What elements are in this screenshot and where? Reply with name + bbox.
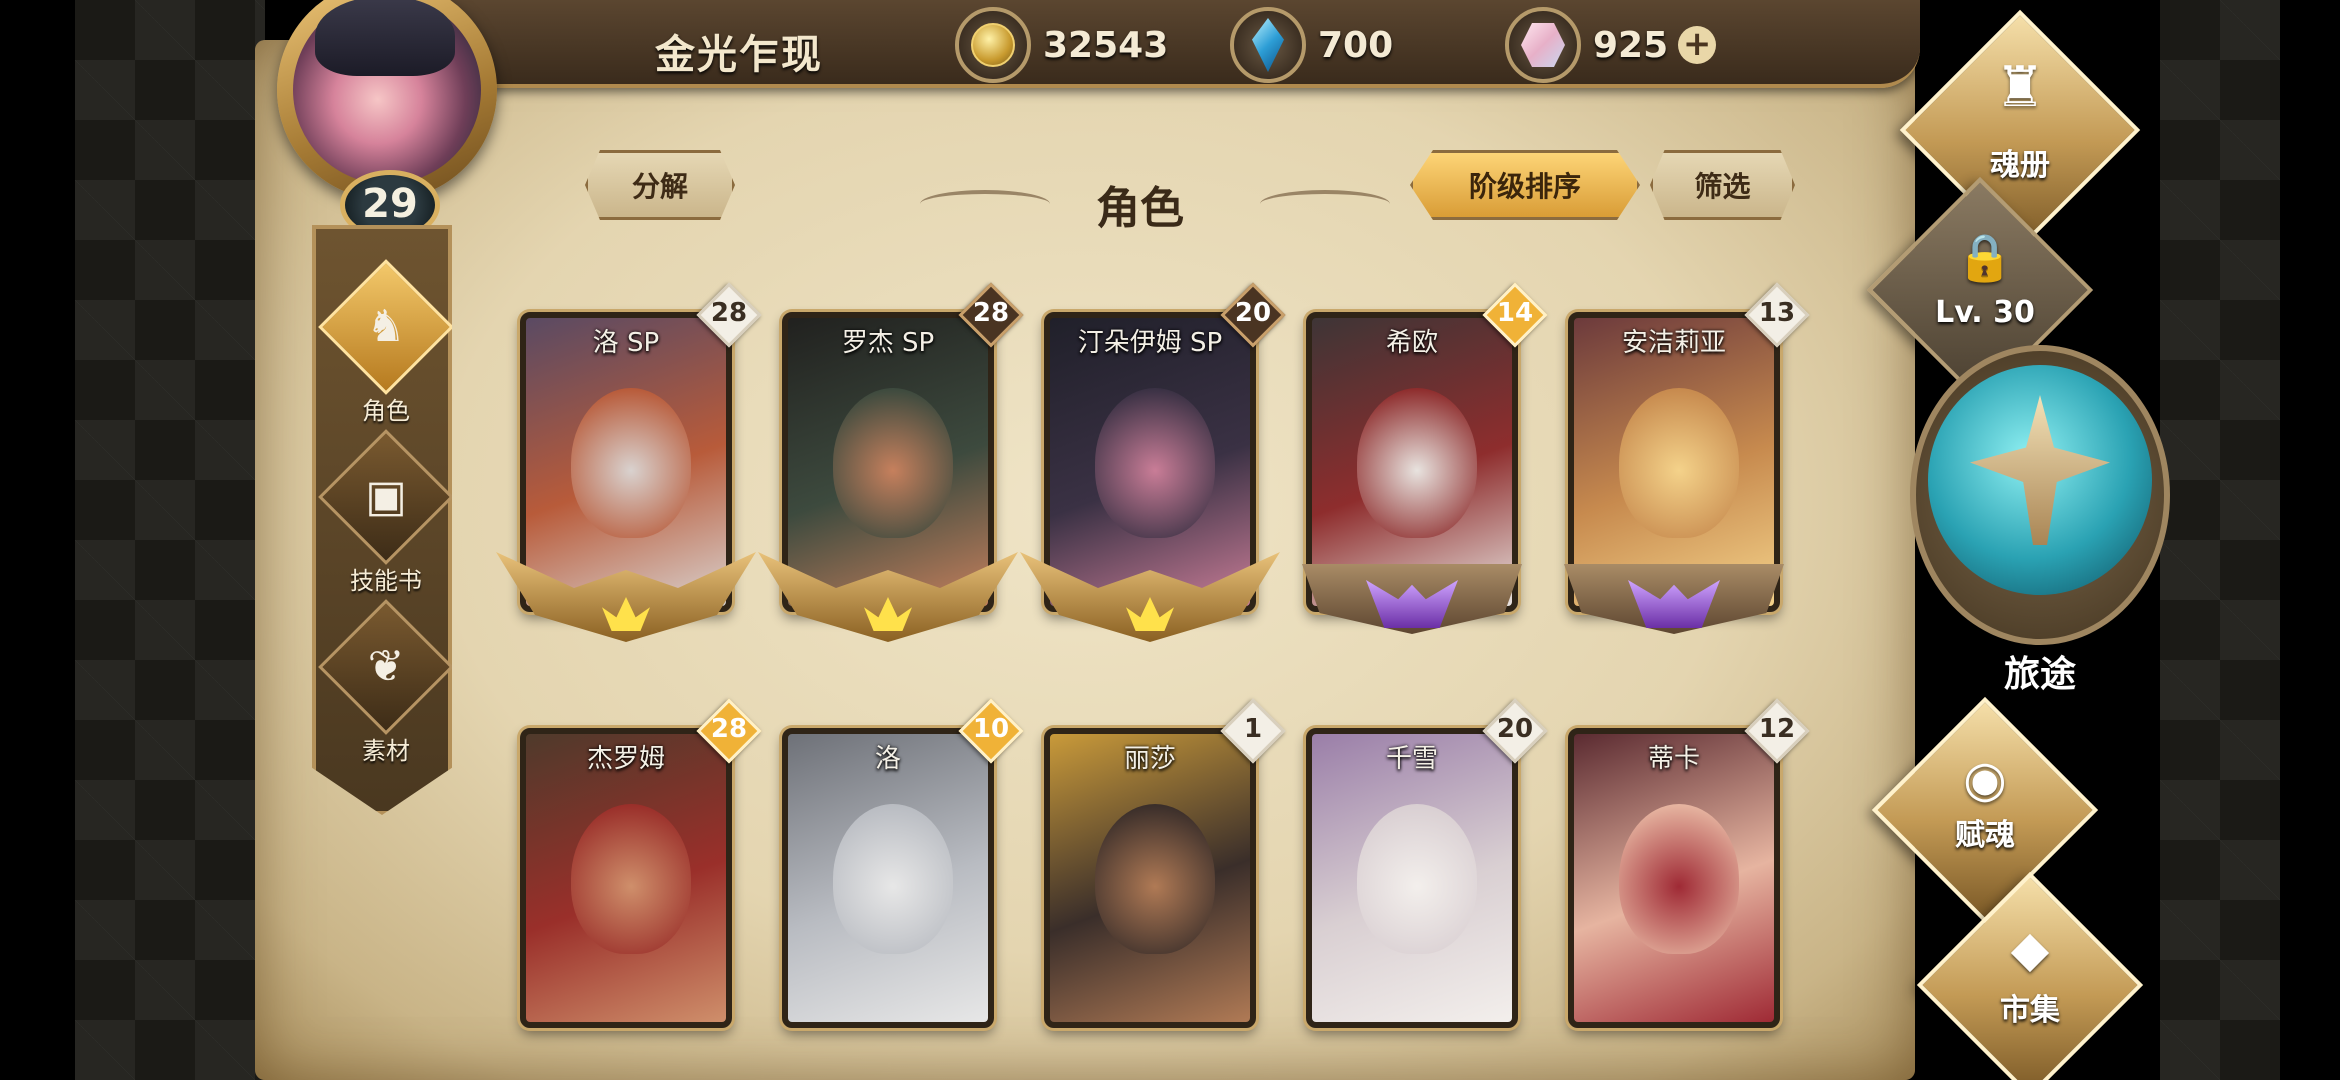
character-card[interactable]: 希欧 14	[1302, 282, 1548, 652]
nav-characters-label: 角色	[362, 397, 410, 425]
character-level: 13	[1758, 298, 1796, 328]
player-title: 金光乍现	[655, 32, 823, 78]
character-level-badge: 28	[696, 698, 762, 764]
left-category-nav: ♞ 角色 ▣ 技能书 ❦ 素材	[312, 225, 452, 815]
gold-amount: 32543	[1043, 24, 1169, 66]
nav-materials[interactable]: ❦ 素材	[316, 599, 452, 789]
character-level: 28	[972, 298, 1010, 328]
gold-currency: 32543	[955, 7, 1169, 83]
character-level: 12	[1758, 714, 1796, 744]
blue-crystal-icon	[1230, 7, 1306, 83]
character-portrait	[1619, 804, 1739, 954]
game-screen: 金光乍现 32543 700 925 + 29 ♞ 角色 ▣ 技能书 ❦ 素材 …	[0, 0, 2340, 1080]
nav-skill-books[interactable]: ▣ 技能书	[316, 429, 452, 619]
swirl-icon: ◉	[1963, 750, 2007, 808]
gem-currency: 925 +	[1505, 7, 1717, 83]
character-level-badge: 28	[958, 282, 1024, 348]
locked-level-label: Lv. 30	[1935, 295, 2035, 330]
character-card[interactable]: 杰罗姆 28	[520, 698, 762, 1068]
rainbow-gem-icon	[1505, 7, 1581, 83]
character-level: 20	[1496, 714, 1534, 744]
soul-book-label: 魂册	[1990, 148, 2050, 183]
character-portrait	[833, 388, 953, 538]
character-card[interactable]: 安洁莉亚 13	[1564, 282, 1810, 652]
character-level-badge: 1	[1220, 698, 1286, 764]
character-level-badge: 14	[1482, 282, 1548, 348]
nav-materials-label: 素材	[362, 737, 410, 765]
character-level: 10	[972, 714, 1010, 744]
character-portrait	[1619, 388, 1739, 538]
journey-label: 旅途	[2003, 654, 2076, 695]
character-card[interactable]: 蒂卡 12	[1568, 698, 1810, 1068]
gold-coin-icon	[955, 7, 1031, 83]
character-level-badge: 13	[1744, 282, 1810, 348]
character-level-badge: 20	[1220, 282, 1286, 348]
add-gems-button[interactable]: +	[1678, 26, 1717, 64]
crystal-currency: 700	[1230, 7, 1394, 83]
character-card[interactable]: 罗杰 SP 28	[758, 282, 1024, 652]
character-card[interactable]: 丽莎 1	[1044, 698, 1286, 1068]
character-card[interactable]: 洛 10	[782, 698, 1024, 1068]
character-portrait	[833, 804, 953, 954]
nav-skill-books-label: 技能书	[350, 567, 422, 595]
gem-amount: 925	[1593, 24, 1669, 66]
character-level: 14	[1496, 298, 1534, 328]
character-level: 28	[710, 298, 748, 328]
decompose-button[interactable]: 分解	[585, 150, 735, 220]
left-wall-background	[75, 0, 265, 1080]
helmet-icon: ♜	[1994, 55, 2046, 120]
left-letterbox	[0, 0, 75, 1080]
character-level-badge: 28	[696, 282, 762, 348]
right-letterbox	[2280, 0, 2340, 1080]
character-portrait	[571, 388, 691, 538]
character-level-badge: 20	[1482, 698, 1548, 764]
page-title: 角色	[1096, 183, 1184, 234]
sort-by-rank-button[interactable]: 阶级排序	[1410, 150, 1640, 220]
character-level: 20	[1234, 298, 1272, 328]
character-card[interactable]: 洛 SP 28	[496, 282, 762, 652]
character-card[interactable]: 千雪 20	[1306, 698, 1548, 1068]
soul-bestow-label: 赋魂	[1955, 818, 2015, 853]
character-portrait	[571, 804, 691, 954]
material-icon: ❦	[367, 641, 405, 692]
avatar-hat	[315, 0, 455, 76]
character-level-badge: 10	[958, 698, 1024, 764]
character-portrait	[1095, 388, 1215, 538]
character-icon: ♞	[366, 301, 406, 352]
lock-icon: 🔒	[1956, 230, 2014, 284]
nav-characters[interactable]: ♞ 角色	[316, 259, 452, 449]
crystal-amount: 700	[1318, 24, 1394, 66]
title-flourish-right	[1260, 190, 1390, 218]
character-level: 1	[1243, 714, 1263, 744]
character-level: 28	[710, 714, 748, 744]
player-avatar[interactable]: 29	[255, 0, 520, 240]
market-label: 市集	[2000, 993, 2060, 1028]
journey-button[interactable]: 旅途	[1900, 345, 2180, 705]
character-card[interactable]: 汀朵伊姆 SP 20	[1020, 282, 1286, 652]
character-portrait	[1357, 388, 1477, 538]
gem-market-icon: ◆	[2010, 920, 2050, 978]
character-portrait	[1357, 804, 1477, 954]
character-level-badge: 12	[1744, 698, 1810, 764]
filter-button[interactable]: 筛选	[1650, 150, 1795, 220]
character-portrait	[1095, 804, 1215, 954]
skill-book-icon: ▣	[365, 471, 407, 522]
